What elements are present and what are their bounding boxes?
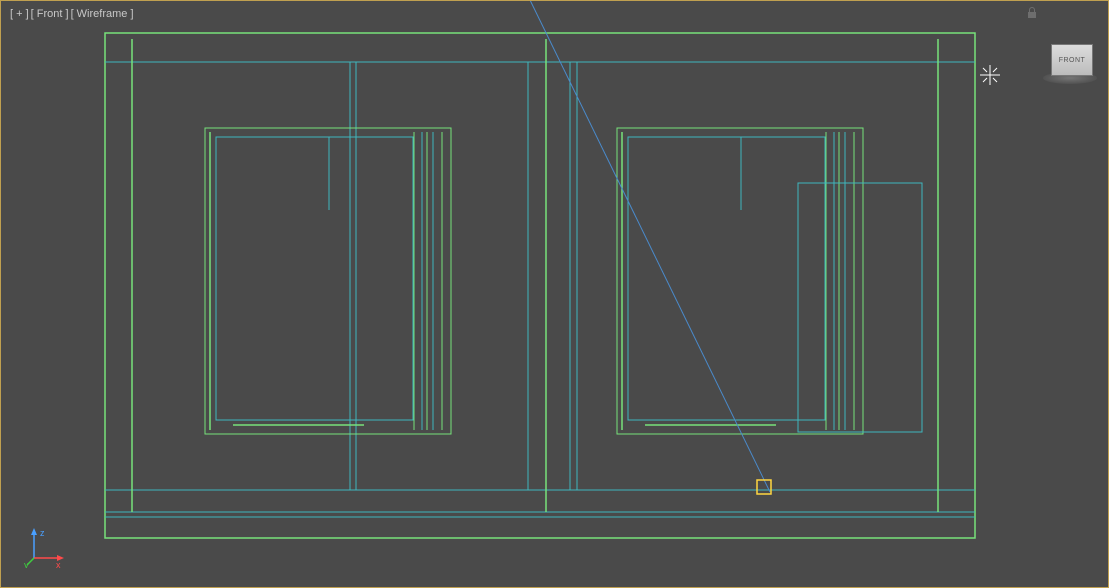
camera-cone-edge[interactable] (530, 0, 770, 492)
axis-triad[interactable]: z x y (24, 528, 64, 568)
axis-y-label: y (24, 560, 29, 568)
camera-target[interactable] (757, 480, 771, 494)
wireframe-canvas[interactable] (0, 0, 1109, 588)
window-right-inner[interactable] (628, 137, 825, 420)
axis-z-label: z (40, 528, 45, 538)
window-left-inner[interactable] (216, 137, 413, 420)
swing-panel[interactable] (798, 183, 922, 432)
axis-x-label: x (56, 560, 61, 568)
